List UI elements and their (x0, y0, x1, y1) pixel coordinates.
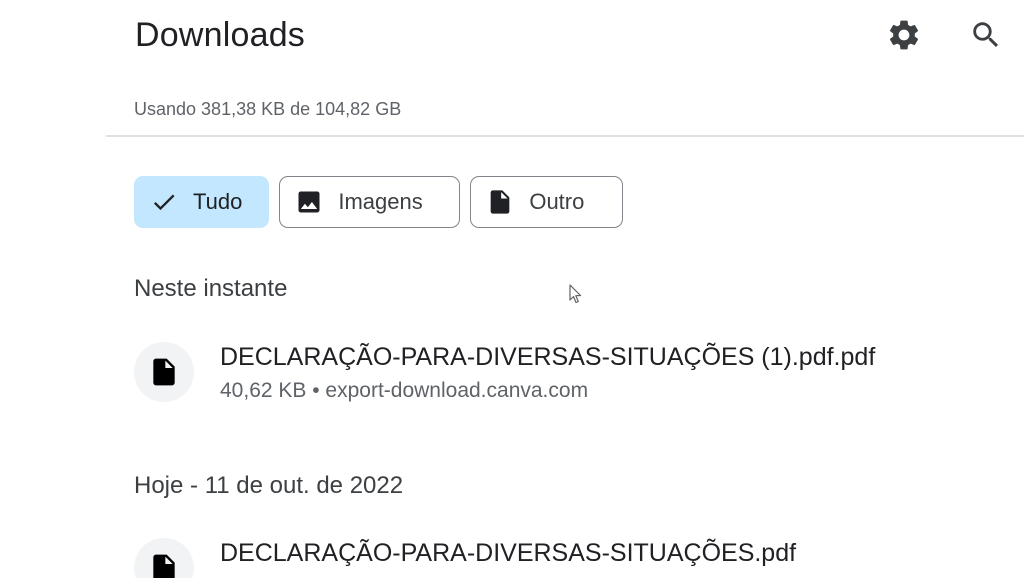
file-icon (153, 554, 175, 578)
check-icon (149, 187, 179, 217)
storage-usage: Usando 381,38 KB de 104,82 GB (134, 99, 402, 119)
header-divider (106, 135, 1024, 137)
filter-chip-outro[interactable]: Outro (470, 176, 624, 228)
file-name: DECLARAÇÃO-PARA-DIVERSAS-SITUAÇÕES (1).p… (220, 343, 876, 371)
settings-button[interactable] (884, 15, 924, 55)
filter-chip-tudo[interactable]: Tudo (134, 176, 270, 228)
filter-chip-label: Tudo (193, 189, 243, 214)
document-icon (485, 187, 515, 217)
filter-chip-label: Imagens (338, 189, 423, 214)
gear-icon (889, 20, 919, 50)
image-icon (294, 187, 324, 217)
file-icon-circle (134, 342, 194, 402)
section-header-now: Neste instante (134, 275, 288, 302)
file-icon-circle (134, 538, 194, 578)
download-item[interactable]: DECLARAÇÃO-PARA-DIVERSAS-SITUAÇÕES.pdf (134, 538, 994, 578)
page-title: Downloads (135, 16, 306, 54)
downloads-page: Downloads Usando 381,38 KB de 104,82 GB … (0, 0, 1024, 578)
section-header-today: Hoje - 11 de out. de 2022 (134, 472, 404, 499)
file-name: DECLARAÇÃO-PARA-DIVERSAS-SITUAÇÕES.pdf (220, 539, 797, 567)
search-icon (973, 22, 999, 48)
file-meta: 40,62 KB • export-download.canva.com (220, 379, 589, 402)
filter-chips: Tudo Imagens Outro (134, 176, 624, 228)
search-button[interactable] (966, 15, 1006, 55)
filter-chip-label: Outro (529, 189, 585, 214)
mouse-cursor-icon (569, 284, 582, 304)
filter-chip-imagens[interactable]: Imagens (279, 176, 461, 228)
download-item[interactable]: DECLARAÇÃO-PARA-DIVERSAS-SITUAÇÕES (1).p… (134, 342, 994, 406)
file-icon (153, 358, 175, 386)
